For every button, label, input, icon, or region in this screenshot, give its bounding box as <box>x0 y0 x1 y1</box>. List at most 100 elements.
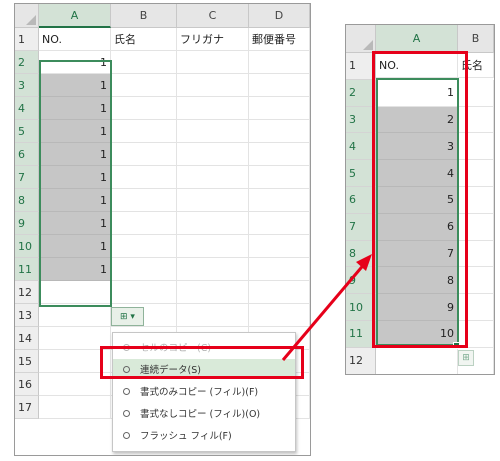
cell-d12[interactable] <box>249 281 310 304</box>
cell-d6[interactable] <box>249 143 310 166</box>
cell-a4[interactable]: 1 <box>39 97 111 120</box>
auto-fill-options-button[interactable]: ⊞ ▾ <box>111 307 144 326</box>
cell-a8[interactable]: 1 <box>39 189 111 212</box>
left-spreadsheet: A B C D 1 2 1 3 1 4 1 5 1 6 1 7 1 8 1 9 1 10 1 11 1 12 13 14 15 1… <box>14 3 311 456</box>
cell-c7[interactable] <box>177 166 249 189</box>
row-header-10[interactable]: 10 <box>15 235 39 258</box>
row-header-16[interactable]: 16 <box>15 373 39 396</box>
cell-d13[interactable] <box>249 304 310 327</box>
cell-b7[interactable] <box>111 166 177 189</box>
select-all-corner[interactable] <box>346 25 376 53</box>
row-header-15[interactable]: 15 <box>15 350 39 373</box>
cell-b6[interactable] <box>111 143 177 166</box>
column-header-label: D <box>274 9 284 22</box>
cell-a10[interactable]: 1 <box>39 235 111 258</box>
cell-a9[interactable]: 1 <box>39 212 111 235</box>
menu-item-label: フラッシュ フィル(F) <box>140 431 232 442</box>
menu-item-label: 書式のみコピー (フィル)(F) <box>140 387 259 398</box>
column-header-c[interactable]: C <box>177 4 249 28</box>
column-header-label: A <box>412 31 421 45</box>
column-header-label: B <box>139 9 148 22</box>
cell-b3[interactable] <box>111 74 177 97</box>
column-header-label: B <box>471 32 480 45</box>
row-header-9[interactable]: 9 <box>15 212 39 235</box>
row-header-17[interactable]: 17 <box>15 396 39 419</box>
cell-d10[interactable] <box>249 235 310 258</box>
cell-b1[interactable]: 氏名 <box>111 28 177 51</box>
radio-icon <box>123 409 130 417</box>
cell-c10[interactable] <box>177 235 249 258</box>
row-header-8[interactable]: 8 <box>15 189 39 212</box>
cell-d8[interactable] <box>249 189 310 212</box>
row-header-11[interactable]: 11 <box>15 258 39 281</box>
cell-a2[interactable]: 1 <box>39 51 111 74</box>
column-header-b[interactable]: B <box>111 4 177 28</box>
row-header-5[interactable]: 5 <box>15 120 39 143</box>
cell-b4[interactable] <box>111 97 177 120</box>
cell-a6[interactable]: 1 <box>39 143 111 166</box>
auto-fill-options-icon: ⊞ ▾ <box>120 311 135 322</box>
select-all-corner[interactable] <box>15 4 39 28</box>
row-header-12[interactable]: 12 <box>346 347 376 374</box>
cell-c2[interactable] <box>177 51 249 74</box>
cell-c13[interactable] <box>177 304 249 327</box>
cell-b10[interactable] <box>111 235 177 258</box>
cell-d11[interactable] <box>249 258 310 281</box>
menu-item-fill-without-formatting[interactable]: 書式なしコピー (フィル)(O) <box>113 403 295 423</box>
cell-a12[interactable] <box>376 347 458 374</box>
radio-icon <box>123 431 130 439</box>
auto-fill-options-icon: ⊞ <box>462 353 470 363</box>
row-header-3[interactable]: 3 <box>15 74 39 97</box>
auto-fill-options-button[interactable]: ⊞ <box>458 350 474 366</box>
menu-item-flash-fill[interactable]: フラッシュ フィル(F) <box>113 425 295 445</box>
radio-icon <box>123 387 130 395</box>
cell-a1[interactable]: NO. <box>39 28 111 51</box>
cell-c4[interactable] <box>177 97 249 120</box>
cell-a12[interactable] <box>39 281 111 304</box>
cell-c1[interactable]: フリガナ <box>177 28 249 51</box>
cell-c3[interactable] <box>177 74 249 97</box>
cell-b8[interactable] <box>111 189 177 212</box>
cell-c9[interactable] <box>177 212 249 235</box>
column-header-a[interactable]: A <box>376 25 458 53</box>
cell-a13[interactable] <box>39 304 111 327</box>
column-header-a[interactable]: A <box>39 4 111 28</box>
highlight-box-series-fill <box>100 346 304 379</box>
cell-b9[interactable] <box>111 212 177 235</box>
cell-a3[interactable]: 1 <box>39 74 111 97</box>
cell-b2[interactable] <box>111 51 177 74</box>
cell-b5[interactable] <box>111 120 177 143</box>
highlight-box-result-column <box>372 51 468 348</box>
column-header-d[interactable]: D <box>249 4 310 28</box>
cell-c12[interactable] <box>177 281 249 304</box>
cell-d7[interactable] <box>249 166 310 189</box>
column-header-b[interactable]: B <box>458 25 494 53</box>
cell-d2[interactable] <box>249 51 310 74</box>
row-header-7[interactable]: 7 <box>15 166 39 189</box>
row-header-14[interactable]: 14 <box>15 327 39 350</box>
cell-d3[interactable] <box>249 74 310 97</box>
cell-a17[interactable] <box>39 396 111 419</box>
cell-c5[interactable] <box>177 120 249 143</box>
cell-b11[interactable] <box>111 258 177 281</box>
row-header-6[interactable]: 6 <box>15 143 39 166</box>
cell-d4[interactable] <box>249 97 310 120</box>
cell-d9[interactable] <box>249 212 310 235</box>
cell-d1[interactable]: 郵便番号 <box>249 28 310 51</box>
cell-a7[interactable]: 1 <box>39 166 111 189</box>
cell-c6[interactable] <box>177 143 249 166</box>
column-header-label: C <box>208 9 217 22</box>
cell-a5[interactable]: 1 <box>39 120 111 143</box>
cell-c11[interactable] <box>177 258 249 281</box>
row-header-12[interactable]: 12 <box>15 281 39 304</box>
menu-item-fill-formatting-only[interactable]: 書式のみコピー (フィル)(F) <box>113 381 295 401</box>
row-header-4[interactable]: 4 <box>15 97 39 120</box>
cell-c8[interactable] <box>177 189 249 212</box>
cell-d5[interactable] <box>249 120 310 143</box>
row-header-2[interactable]: 2 <box>15 51 39 74</box>
column-header-label: A <box>70 8 79 22</box>
cell-b12[interactable] <box>111 281 177 304</box>
row-header-13[interactable]: 13 <box>15 304 39 327</box>
row-header-1[interactable]: 1 <box>15 28 39 51</box>
cell-a11[interactable]: 1 <box>39 258 111 281</box>
